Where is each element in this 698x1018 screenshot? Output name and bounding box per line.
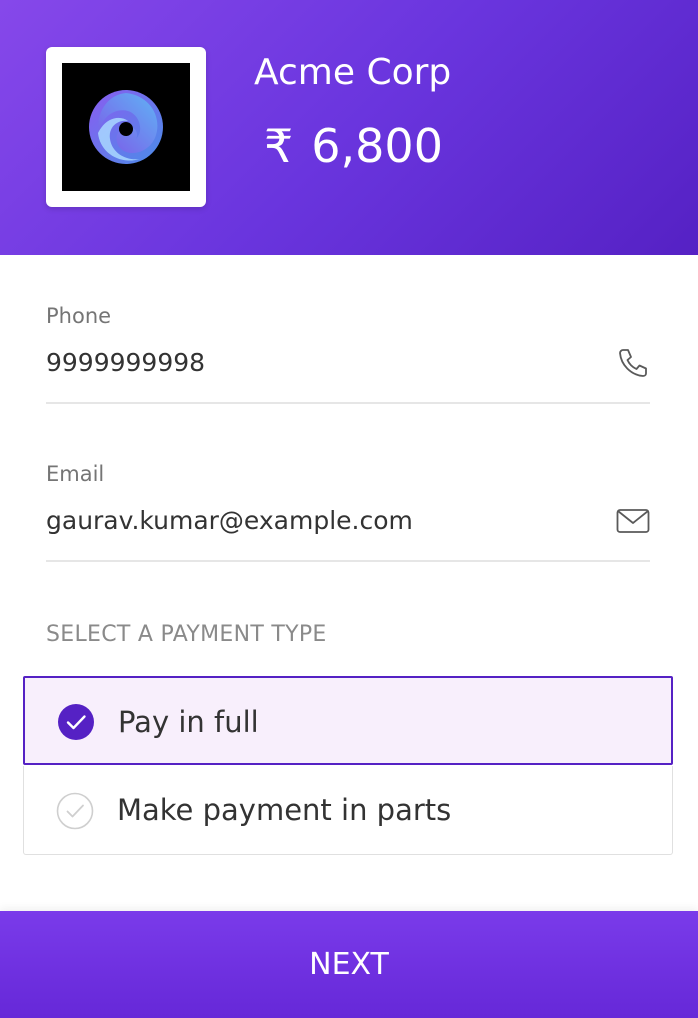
spiral-logo-icon bbox=[89, 90, 163, 164]
option-label: Pay in full bbox=[118, 705, 259, 739]
check-circle-outline-icon bbox=[56, 792, 94, 830]
check-circle-filled-icon bbox=[58, 704, 94, 740]
email-field: Email bbox=[46, 460, 650, 562]
mail-icon bbox=[616, 509, 650, 533]
currency-symbol: ₹ bbox=[264, 119, 294, 173]
payment-type-title: SELECT A PAYMENT TYPE bbox=[46, 622, 327, 647]
phone-input[interactable] bbox=[46, 346, 586, 380]
option-label: Make payment in parts bbox=[117, 793, 452, 827]
option-pay-in-full[interactable]: Pay in full bbox=[23, 676, 673, 765]
merchant-name: Acme Corp bbox=[254, 52, 452, 93]
next-button[interactable]: NEXT bbox=[0, 911, 698, 1018]
option-pay-in-parts[interactable]: Make payment in parts bbox=[23, 766, 673, 855]
phone-field: Phone bbox=[46, 302, 650, 404]
email-input[interactable] bbox=[46, 504, 586, 538]
merchant-logo bbox=[46, 47, 206, 207]
phone-label: Phone bbox=[46, 304, 112, 328]
checkout-header: Acme Corp ₹6,800 bbox=[0, 0, 698, 255]
amount-value: 6,800 bbox=[311, 119, 443, 173]
phone-icon bbox=[619, 349, 647, 377]
email-label: Email bbox=[46, 462, 105, 486]
payment-amount: ₹6,800 bbox=[264, 118, 443, 174]
